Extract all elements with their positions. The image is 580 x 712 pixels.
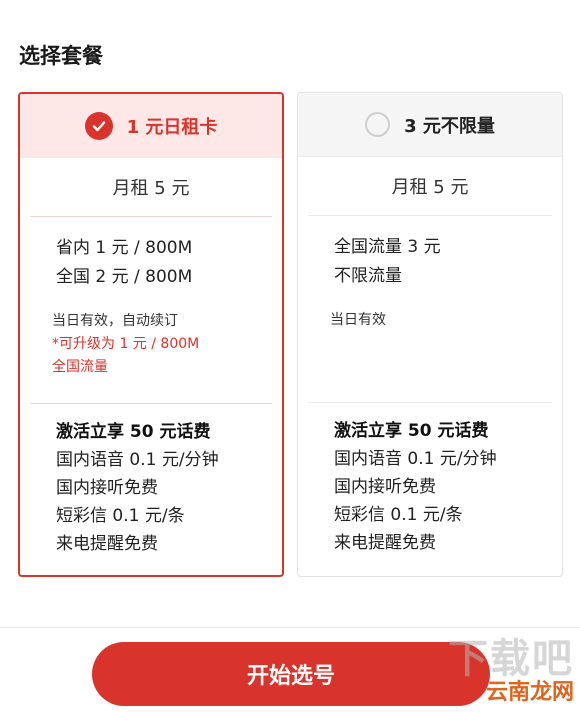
benefit-title: 激活立享 50 元话费	[334, 421, 489, 441]
plan-header[interactable]: 3 元不限量	[298, 93, 562, 157]
footer-divider	[0, 627, 580, 628]
benefit-title: 激活立享 50 元话费	[56, 422, 211, 442]
data-line: 全国流量 3 元	[334, 237, 441, 257]
start-selecting-number-button[interactable]: 开始选号	[92, 642, 490, 706]
benefits-section: 激活立享 50 元话费 国内语音 0.1 元/分钟 国内接听免费 短彩信 0.1…	[298, 403, 562, 557]
validity-note: 当日有效	[330, 312, 386, 328]
radio-unchecked-icon	[365, 112, 391, 137]
benefit-line: 来电提醒免费	[56, 534, 158, 554]
validity-note: 当日有效，自动续订	[52, 313, 178, 329]
watermark: 下载吧 云南龙网	[448, 638, 574, 706]
watermark-top: 下载吧	[448, 636, 574, 682]
plan-name: 3 元不限量	[404, 115, 495, 137]
plan-card-daily[interactable]: 1 元日租卡 月租 5 元 省内 1 元 / 800M 全国 2 元 / 800…	[18, 92, 284, 577]
page-title: 选择套餐	[19, 44, 103, 68]
plan-price: 月租 5 元	[391, 177, 469, 198]
benefit-line: 国内接听免费	[334, 477, 436, 497]
upgrade-note: 全国流量	[52, 359, 108, 375]
data-section: 省内 1 元 / 800M 全国 2 元 / 800M 当日有效，自动续订 *可…	[20, 217, 282, 403]
benefit-line: 短彩信 0.1 元/条	[56, 506, 185, 526]
plan-header[interactable]: 1 元日租卡	[20, 94, 282, 158]
data-line: 全国 2 元 / 800M	[56, 267, 193, 287]
check-circle-icon	[84, 111, 113, 140]
benefit-line: 短彩信 0.1 元/条	[334, 505, 463, 525]
data-line: 省内 1 元 / 800M	[56, 238, 193, 258]
benefits-section: 激活立享 50 元话费 国内语音 0.1 元/分钟 国内接听免费 短彩信 0.1…	[20, 404, 282, 558]
plan-card-unlimited[interactable]: 3 元不限量 月租 5 元 全国流量 3 元 不限流量 当日有效 激活立享 50…	[297, 92, 563, 577]
watermark-bottom: 云南龙网	[485, 680, 574, 705]
data-section: 全国流量 3 元 不限流量 当日有效	[298, 216, 562, 402]
plan-price: 月租 5 元	[112, 178, 190, 199]
benefit-line: 国内语音 0.1 元/分钟	[56, 450, 219, 470]
upgrade-note: *可升级为 1 元 / 800M	[52, 336, 200, 352]
benefit-line: 来电提醒免费	[334, 533, 436, 553]
benefit-line: 国内接听免费	[56, 478, 158, 498]
plan-name: 1 元日租卡	[126, 116, 218, 138]
benefit-line: 国内语音 0.1 元/分钟	[334, 449, 497, 469]
data-line: 不限流量	[334, 266, 402, 286]
